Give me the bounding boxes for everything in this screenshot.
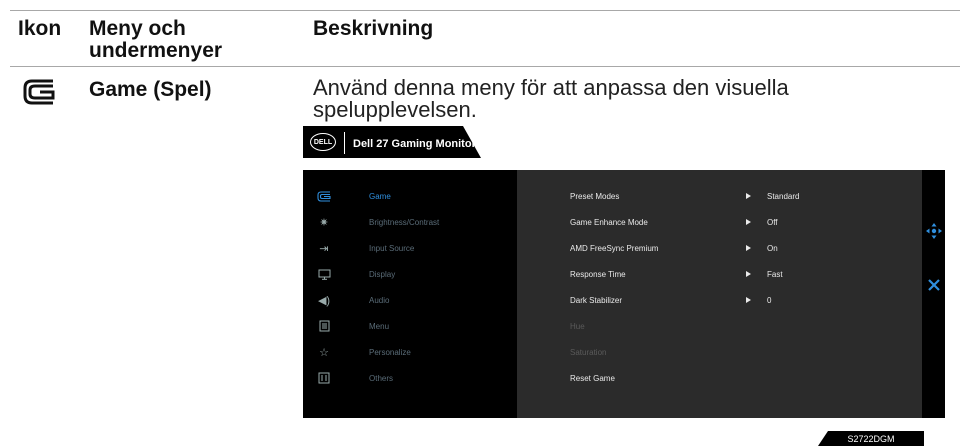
option-value: On (767, 244, 778, 253)
option-preset-modes[interactable]: Preset Modes (570, 192, 619, 201)
audio-icon[interactable]: ◀) (317, 294, 331, 307)
arrow-right-icon (746, 271, 751, 277)
close-icon[interactable] (927, 278, 941, 292)
menu-item-brightness-contrast[interactable]: Brightness/Contrast (369, 218, 439, 227)
nav-panel (922, 170, 945, 418)
menu-item-display[interactable]: Display (369, 270, 395, 279)
game-icon (22, 78, 56, 106)
star-icon[interactable]: ☆ (317, 346, 331, 359)
others-icon[interactable] (317, 372, 331, 384)
move-icon[interactable] (926, 223, 942, 239)
menu-item-personalize[interactable]: Personalize (369, 348, 411, 357)
arrow-right-icon (746, 193, 751, 199)
option-value: Standard (767, 192, 800, 201)
menu-item-input-source[interactable]: Input Source (369, 244, 414, 253)
menu-icon[interactable] (317, 320, 331, 332)
option-hue: Hue (570, 322, 585, 331)
header-rule (10, 66, 960, 67)
dell-logo: DELL (310, 133, 336, 151)
menu-item-others[interactable]: Others (369, 374, 393, 383)
option-value: Off (767, 218, 778, 227)
menu-item-game[interactable]: Game (369, 192, 391, 201)
model-badge: S2722DGM (818, 431, 924, 446)
option-dark-stabilizer[interactable]: Dark Stabilizer (570, 296, 622, 305)
col-header-menu: Meny och undermenyer (89, 17, 223, 62)
row-menu-name: Game (Spel) (89, 78, 212, 101)
brightness-icon[interactable]: ✷ (317, 216, 331, 229)
row-description: Använd denna meny för att anpassa den vi… (313, 75, 789, 122)
input-source-icon[interactable]: ⇥ (317, 242, 331, 255)
option-saturation: Saturation (570, 348, 607, 357)
top-rule (10, 10, 960, 11)
arrow-right-icon (746, 245, 751, 251)
col-header-icon: Ikon (18, 17, 62, 40)
header-separator (344, 132, 345, 154)
option-amd-freesync[interactable]: AMD FreeSync Premium (570, 244, 658, 253)
option-response-time[interactable]: Response Time (570, 270, 626, 279)
option-value: 0 (767, 296, 772, 305)
arrow-right-icon (746, 219, 751, 225)
option-game-enhance-mode[interactable]: Game Enhance Mode (570, 218, 648, 227)
option-reset-game[interactable]: Reset Game (570, 374, 615, 383)
osd-title: Dell 27 Gaming Monitor (353, 138, 476, 150)
col-header-desc: Beskrivning (313, 17, 434, 40)
menu-item-audio[interactable]: Audio (369, 296, 389, 305)
game-icon[interactable] (317, 190, 331, 202)
menu-item-menu[interactable]: Menu (369, 322, 389, 331)
display-icon[interactable] (317, 268, 331, 280)
arrow-right-icon (746, 297, 751, 303)
option-value: Fast (767, 270, 783, 279)
